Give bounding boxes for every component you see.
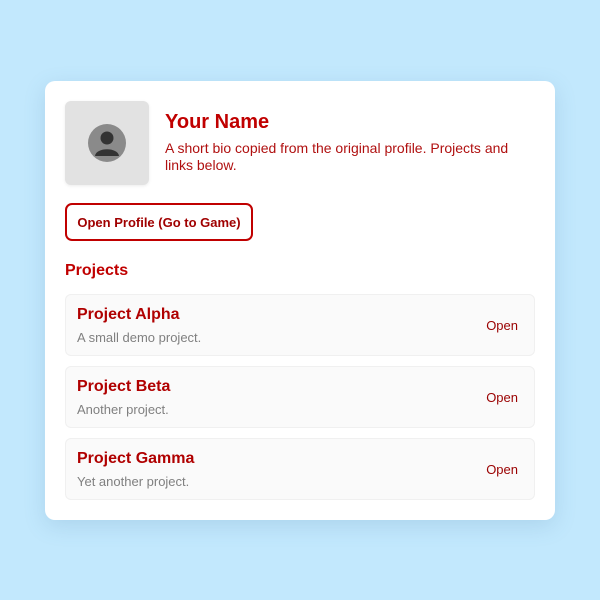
open-profile-button[interactable]: Open Profile (Go to Game) bbox=[65, 203, 253, 241]
project-open-link[interactable]: Open bbox=[486, 318, 518, 333]
project-title: Project Gamma bbox=[77, 450, 195, 467]
project-description: Another project. bbox=[77, 402, 169, 417]
projects-heading: Projects bbox=[65, 262, 129, 279]
user-silhouette-icon bbox=[88, 124, 126, 162]
project-description: A small demo project. bbox=[77, 330, 202, 345]
profile-name: Your Name bbox=[165, 111, 270, 133]
project-open-link[interactable]: Open bbox=[486, 462, 518, 477]
project-card: Project Alpha A small demo project. Open bbox=[65, 294, 535, 356]
project-title: Project Beta bbox=[77, 378, 171, 395]
project-open-link[interactable]: Open bbox=[486, 390, 518, 405]
project-description: Yet another project. bbox=[77, 474, 190, 489]
project-card: Project Gamma Yet another project. Open bbox=[65, 438, 535, 500]
project-card: Project Beta Another project. Open bbox=[65, 366, 535, 428]
profile-card: Your Name A short bio copied from the or… bbox=[45, 81, 555, 520]
project-title: Project Alpha bbox=[77, 306, 180, 323]
avatar bbox=[65, 101, 149, 185]
profile-bio: A short bio copied from the original pro… bbox=[165, 140, 509, 173]
